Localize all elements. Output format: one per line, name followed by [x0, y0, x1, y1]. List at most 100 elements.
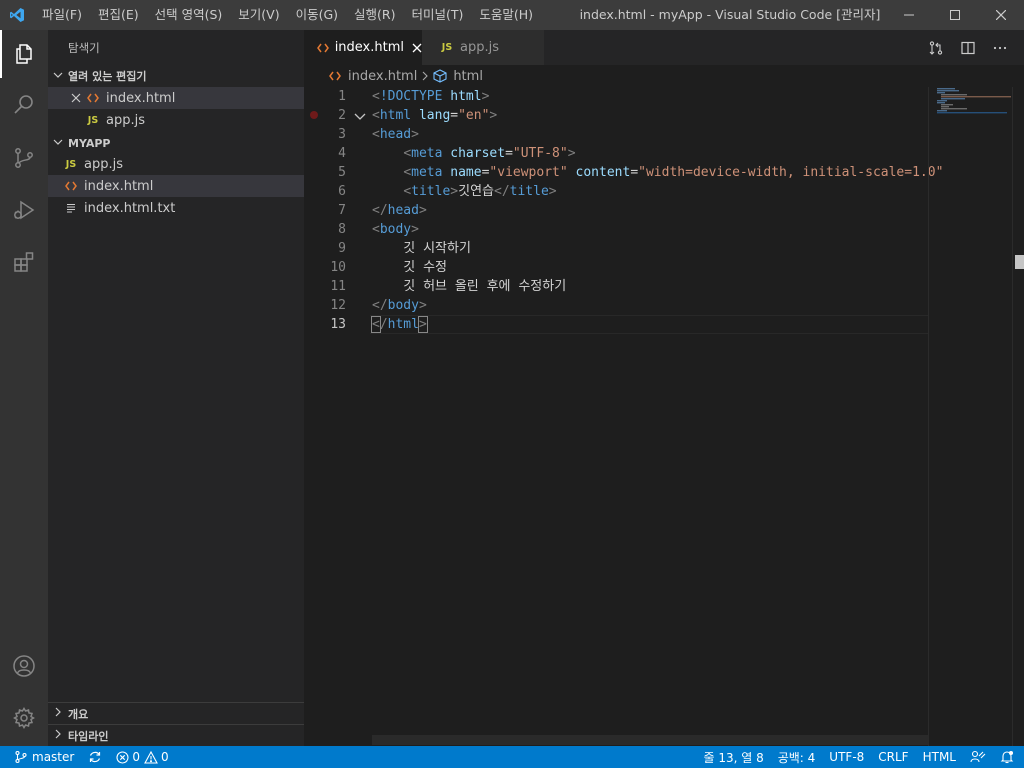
timeline-label: 타임라인 — [68, 729, 109, 743]
close-editor-icon[interactable] — [68, 93, 84, 103]
extensions-icon[interactable] — [0, 238, 48, 286]
branch-indicator[interactable]: master — [0, 746, 81, 768]
explorer-icon[interactable] — [0, 30, 48, 78]
file-label: index.html — [84, 178, 154, 194]
code-token: html — [387, 317, 419, 332]
open-editor-item-app-js[interactable]: JS app.js — [48, 109, 304, 131]
source-control-icon[interactable] — [0, 134, 48, 182]
tab-label: index.html — [334, 40, 404, 55]
open-editors-label: 열려 있는 편집기 — [68, 70, 147, 83]
code-token: < — [403, 184, 412, 199]
code-text: <html lang="en"> — [372, 106, 497, 125]
encoding[interactable]: UTF-8 — [822, 746, 871, 768]
menu-help[interactable]: 도움말(H) — [471, 0, 541, 30]
code-line[interactable]: 11 깃 허브 올린 후에 수정하기 — [304, 277, 924, 296]
code-token: "viewport" — [489, 165, 568, 180]
minimap[interactable] — [928, 87, 1012, 746]
fold-chevron-icon[interactable] — [354, 111, 366, 126]
compare-changes-icon — [929, 40, 943, 55]
branch-name: master — [32, 750, 75, 764]
open-changes-button[interactable] — [920, 30, 952, 65]
breadcrumb-file[interactable]: index.html — [348, 69, 417, 84]
code-editor[interactable]: 1 <!DOCTYPE html> 2 <html lang="en"> 3 <head>… — [304, 87, 1024, 746]
code-text: </html> — [371, 315, 428, 334]
code-line[interactable]: 9 깃 시작하기 — [304, 239, 924, 258]
chevron-down-icon — [48, 137, 68, 150]
notifications-button[interactable] — [993, 746, 1024, 768]
cursor-position[interactable]: 줄 13, 열 8 — [696, 746, 770, 768]
maximize-button[interactable] — [932, 0, 978, 30]
indentation[interactable]: 공백: 4 — [771, 746, 823, 768]
file-label: app.js — [84, 156, 123, 172]
code-text: 깃 수정 — [372, 258, 447, 277]
file-item-index-html[interactable]: index.html — [48, 175, 304, 197]
code-token: "width=device-width, initial-scale=1.0" — [638, 165, 944, 180]
code-line[interactable]: 13 </html> — [304, 315, 924, 334]
error-count: 0 — [132, 750, 140, 764]
code-line[interactable]: 12 </body> — [304, 296, 924, 315]
symbol-cube-icon — [433, 69, 447, 83]
code-text: <meta name="viewport" content="width=dev… — [372, 163, 943, 182]
code-line[interactable]: 5 <meta name="viewport" content="width=d… — [304, 163, 943, 182]
account-icon[interactable] — [0, 642, 48, 690]
timeline-section-header[interactable]: 타임라인 — [48, 724, 304, 746]
menu-go[interactable]: 이동(G) — [288, 0, 346, 30]
code-token: charset — [450, 146, 506, 161]
language-mode[interactable]: HTML — [916, 746, 963, 768]
menu-file[interactable]: 파일(F) — [34, 0, 90, 30]
menu-terminal[interactable]: 터미널(T) — [404, 0, 472, 30]
code-line[interactable]: 2 <html lang="en"> — [304, 106, 924, 125]
code-token: body — [387, 298, 419, 313]
feedback-button[interactable] — [963, 746, 993, 768]
minimize-button[interactable] — [886, 0, 932, 30]
close-window-button[interactable] — [978, 0, 1024, 30]
breadcrumb-symbol[interactable]: html — [453, 69, 483, 84]
end-of-line[interactable]: CRLF — [871, 746, 915, 768]
close-tab-icon[interactable] — [412, 43, 422, 53]
code-token: > — [489, 108, 498, 123]
breakpoint-dot[interactable] — [310, 111, 318, 119]
code-line[interactable]: 7 </head> — [304, 201, 924, 220]
open-editor-item-index-html[interactable]: index.html — [48, 87, 304, 109]
code-text: <meta charset="UTF-8"> — [372, 144, 575, 163]
project-folder-header[interactable]: MYAPP — [48, 132, 304, 154]
line-number: 9 — [338, 241, 346, 256]
code-line[interactable]: 3 <head> — [304, 125, 924, 144]
minimize-icon — [904, 14, 914, 16]
sync-button[interactable] — [81, 746, 109, 768]
tab-index-html[interactable]: index.html — [304, 30, 422, 65]
menu-edit[interactable]: 편집(E) — [90, 0, 147, 30]
file-item-app-js[interactable]: JS app.js — [48, 153, 304, 175]
manage-gear-icon[interactable] — [0, 694, 48, 742]
menu-view[interactable]: 보기(V) — [230, 0, 287, 30]
vertical-scrollbar[interactable] — [1012, 87, 1024, 746]
open-editors-header[interactable]: 열려 있는 편집기 — [48, 65, 304, 87]
horizontal-scrollbar[interactable] — [372, 735, 928, 745]
activity-bar — [0, 30, 48, 746]
outline-section-header[interactable]: 개요 — [48, 702, 304, 724]
code-line[interactable]: 4 <meta charset="UTF-8"> — [304, 144, 924, 163]
line-number: 5 — [338, 165, 346, 180]
code-line[interactable]: 6 <title>깃연습</title> — [304, 182, 924, 201]
menu-selection[interactable]: 선택 영역(S) — [147, 0, 231, 30]
search-icon[interactable] — [0, 80, 48, 128]
chevron-down-icon — [48, 70, 68, 83]
code-text: 깃 허브 올린 후에 수정하기 — [372, 277, 566, 296]
code-line[interactable]: 8 <body> — [304, 220, 924, 239]
code-line[interactable]: 10 깃 수정 — [304, 258, 924, 277]
file-item-index-html-txt[interactable]: index.html.txt — [48, 197, 304, 219]
run-debug-icon[interactable] — [0, 186, 48, 234]
code-token: meta — [411, 165, 443, 180]
html-file-icon — [84, 93, 102, 103]
tab-label: app.js — [460, 40, 499, 55]
split-editor-button[interactable] — [952, 30, 984, 65]
vscode-logo-icon — [0, 0, 34, 30]
code-line[interactable]: 1 <!DOCTYPE html> — [304, 87, 924, 106]
menu-run[interactable]: 실행(R) — [346, 0, 403, 30]
more-actions-button[interactable] — [984, 30, 1016, 65]
problems-indicator[interactable]: 0 0 — [109, 746, 175, 768]
tab-app-js[interactable]: JS app.js — [422, 30, 544, 65]
code-text: <body> — [372, 220, 419, 239]
